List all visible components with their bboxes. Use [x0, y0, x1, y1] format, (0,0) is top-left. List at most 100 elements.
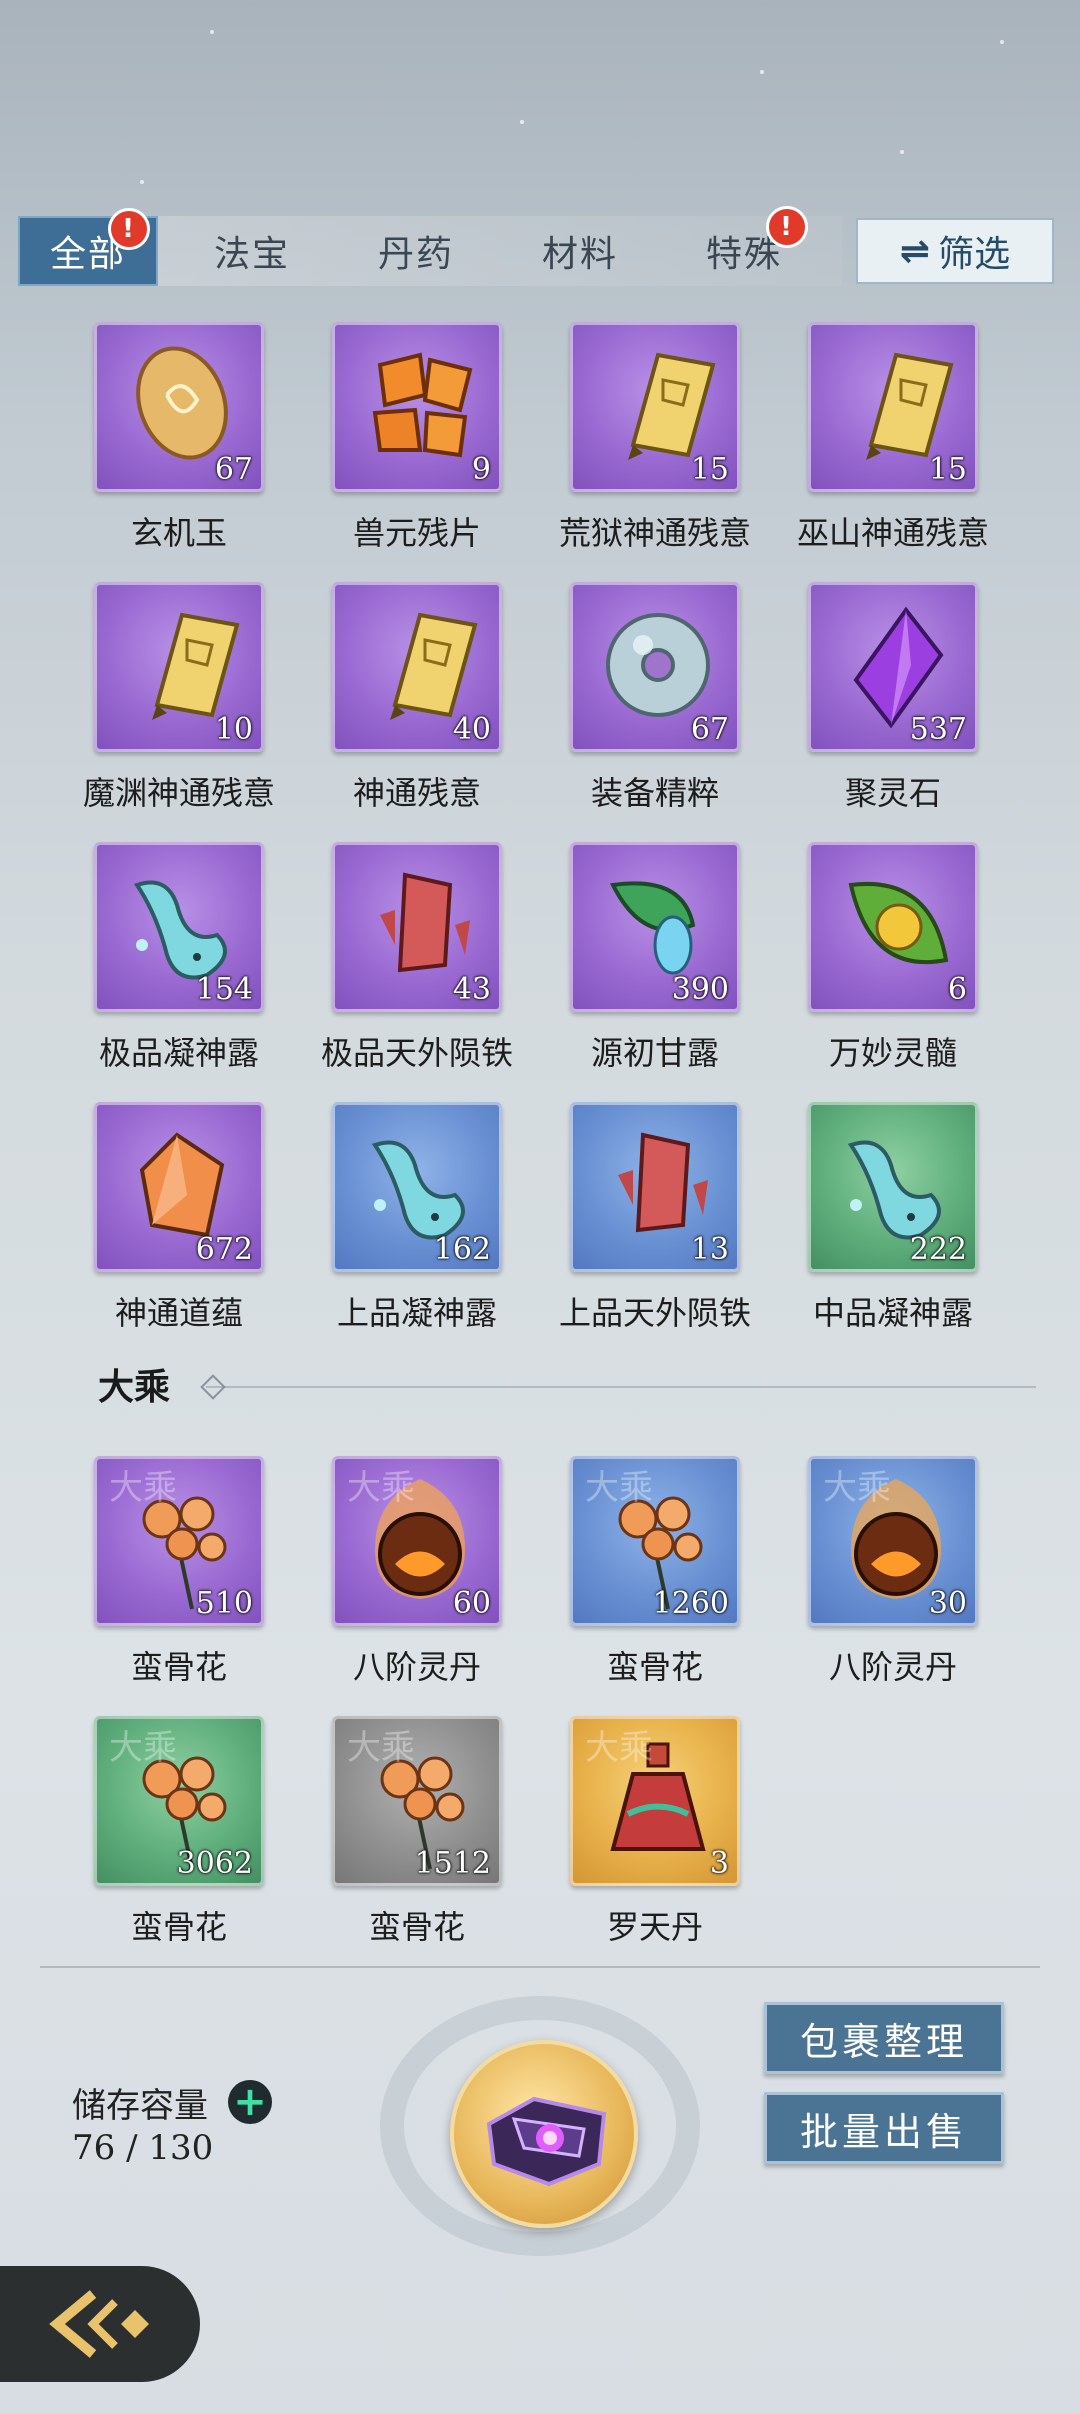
inventory-item[interactable]: 大乘 60 八阶灵丹	[332, 1456, 508, 1688]
inventory-item[interactable]: 154 极品凝神露	[94, 842, 270, 1074]
filter-label: 筛选	[938, 234, 1011, 275]
inventory-item[interactable]: 67 装备精粹	[570, 582, 746, 814]
item-tile[interactable]: 大乘 3062	[94, 1716, 264, 1886]
inventory-item[interactable]: 大乘 3062 蛮骨花	[94, 1716, 270, 1948]
item-count: 222	[909, 1232, 967, 1267]
item-tile[interactable]: 154	[94, 842, 264, 1012]
item-tile[interactable]: 大乘 3	[570, 1716, 740, 1886]
tier-watermark: 大乘	[823, 1468, 891, 1508]
storage-bag-icon[interactable]	[450, 2040, 638, 2228]
item-count: 1512	[414, 1846, 491, 1881]
item-count: 390	[671, 972, 729, 1007]
item-tile[interactable]: 6	[808, 842, 978, 1012]
item-tile[interactable]: 390	[570, 842, 740, 1012]
item-tile[interactable]: 大乘 60	[332, 1456, 502, 1626]
item-tile[interactable]: 大乘 1512	[332, 1716, 502, 1886]
tier-watermark: 大乘	[347, 1468, 415, 1508]
item-name: 兽元残片	[352, 514, 481, 552]
organize-bag-button[interactable]: 包裹整理	[764, 2002, 1004, 2074]
item-name: 玄机玉	[130, 514, 227, 552]
item-name: 神通道蕴	[114, 1294, 243, 1332]
bulk-sell-button[interactable]: 批量出售	[764, 2092, 1004, 2164]
item-tile[interactable]: 13	[570, 1102, 740, 1272]
item-tile[interactable]: 大乘 1260	[570, 1456, 740, 1626]
inventory-item[interactable]: 13 上品天外陨铁	[559, 1102, 751, 1334]
tier-watermark: 大乘	[109, 1468, 177, 1508]
item-tile[interactable]: 537	[808, 582, 978, 752]
item-count: 6	[947, 972, 967, 1007]
tab-label: 丹药	[377, 234, 454, 275]
inventory-item[interactable]: 大乘 1260 蛮骨花	[570, 1456, 746, 1688]
item-tile[interactable]: 大乘 510	[94, 1456, 264, 1626]
inventory-item[interactable]: 15 巫山神通残意	[797, 322, 989, 554]
inventory-item[interactable]: 537 聚灵石	[808, 582, 984, 814]
item-name: 中品凝神露	[812, 1294, 973, 1332]
item-name: 上品天外陨铁	[558, 1294, 751, 1332]
expand-storage-plus-icon[interactable]: +	[228, 2079, 272, 2125]
item-name: 魔渊神通残意	[82, 774, 275, 812]
inventory-item[interactable]: 大乘 30 八阶灵丹	[808, 1456, 984, 1688]
item-count: 13	[690, 1232, 729, 1267]
inventory-item[interactable]: 672 神通道蕴	[94, 1102, 270, 1334]
tab-treasure[interactable]: 法宝	[182, 216, 322, 286]
section-title: 大乘	[98, 1366, 171, 1408]
item-count: 67	[214, 452, 253, 487]
filter-button[interactable]: ⇌ 筛选	[856, 218, 1054, 284]
item-name: 蛮骨花	[130, 1648, 227, 1686]
tier-watermark: 大乘	[585, 1728, 653, 1768]
item-tile[interactable]: 10	[94, 582, 264, 752]
item-name: 极品天外陨铁	[320, 1034, 513, 1072]
item-name: 八阶灵丹	[352, 1648, 481, 1686]
item-count: 30	[928, 1586, 967, 1621]
inventory-item[interactable]: 43 极品天外陨铁	[321, 842, 513, 1074]
item-name: 装备精粹	[590, 774, 719, 812]
item-tile[interactable]: 43	[332, 842, 502, 1012]
item-tile[interactable]: 大乘 30	[808, 1456, 978, 1626]
item-tile[interactable]: 9	[332, 322, 502, 492]
inventory-item[interactable]: 9 兽元残片	[332, 322, 508, 554]
inventory-item[interactable]: 67 玄机玉	[94, 322, 270, 554]
inventory-item[interactable]: 6 万妙灵髓	[808, 842, 984, 1074]
item-tile[interactable]: 15	[808, 322, 978, 492]
tier-watermark: 大乘	[585, 1468, 653, 1508]
tab-materials[interactable]: 材料	[510, 216, 650, 286]
inventory-item[interactable]: 390 源初甘露	[570, 842, 746, 1074]
inventory-item[interactable]: 大乘 3 罗天丹	[570, 1716, 746, 1948]
inventory-item[interactable]: 10 魔渊神通残意	[83, 582, 275, 814]
inventory-item[interactable]: 162 上品凝神露	[332, 1102, 508, 1334]
item-tile[interactable]: 222	[808, 1102, 978, 1272]
back-arrow-icon	[49, 2290, 149, 2358]
inventory-item[interactable]: 222 中品凝神露	[808, 1102, 984, 1334]
item-count: 154	[195, 972, 253, 1007]
item-name: 蛮骨花	[606, 1648, 703, 1686]
item-tile[interactable]: 67	[94, 322, 264, 492]
category-tabs: 全部 ! 法宝 丹药 材料 特殊 !	[18, 206, 842, 286]
item-name: 罗天丹	[606, 1908, 703, 1946]
back-button[interactable]	[0, 2266, 200, 2382]
item-tile[interactable]: 672	[94, 1102, 264, 1272]
inventory-item[interactable]: 大乘 1512 蛮骨花	[332, 1716, 508, 1948]
item-name: 蛮骨花	[368, 1908, 465, 1946]
inventory-item[interactable]: 大乘 510 蛮骨花	[94, 1456, 270, 1688]
inventory-item[interactable]: 15 荒狱神通残意	[559, 322, 751, 554]
item-name: 万妙灵髓	[828, 1034, 957, 1072]
item-name: 极品凝神露	[98, 1034, 259, 1072]
item-name: 神通残意	[352, 774, 481, 812]
item-tile[interactable]: 40	[332, 582, 502, 752]
inventory-item[interactable]: 40 神通残意	[332, 582, 508, 814]
item-name: 荒狱神通残意	[558, 514, 751, 552]
item-tile[interactable]: 15	[570, 322, 740, 492]
item-count: 1260	[652, 1586, 729, 1621]
tab-special[interactable]: 特殊 !	[674, 206, 814, 286]
item-count: 15	[928, 452, 967, 487]
item-tile[interactable]: 162	[332, 1102, 502, 1272]
item-count: 3	[709, 1846, 729, 1881]
item-name: 蛮骨花	[130, 1908, 227, 1946]
item-count: 672	[195, 1232, 253, 1267]
tab-pills[interactable]: 丹药	[346, 216, 486, 286]
item-count: 3062	[176, 1846, 253, 1881]
item-count: 40	[452, 712, 491, 747]
tab-all[interactable]: 全部 !	[18, 208, 158, 286]
tab-label: 材料	[541, 234, 618, 275]
item-tile[interactable]: 67	[570, 582, 740, 752]
